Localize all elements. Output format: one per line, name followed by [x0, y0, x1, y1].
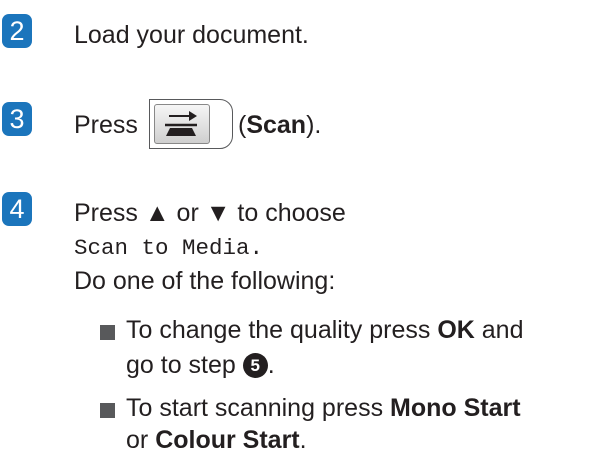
step-number-badge: 2: [2, 14, 32, 48]
bullet-text: To change the quality press OK and: [126, 315, 523, 345]
bullet-text-part: To start scanning press: [126, 394, 391, 422]
paren-close: ).: [306, 111, 322, 139]
step-instruction: Do one of the following:: [74, 267, 336, 295]
step-reference: 5: [242, 353, 268, 378]
menu-item-text: Scan to Media.: [74, 235, 264, 261]
scan-label: (Scan).: [238, 110, 321, 140]
bullet-text-part: go to step: [126, 351, 243, 379]
bullet-text-part: and: [474, 316, 524, 344]
step-text: Load your document.: [74, 21, 309, 49]
bullet-text-line2: or Colour Start.: [126, 425, 307, 455]
step-press-label: Press: [74, 111, 138, 139]
scan-icon: [165, 111, 197, 136]
step-number-badge: 3: [2, 102, 32, 136]
bullet-text-part: .: [267, 351, 275, 379]
bullet-square-icon: [100, 325, 115, 340]
key-name: Colour Start: [155, 426, 300, 454]
bullet-text-part: To change the quality press: [126, 316, 438, 344]
key-name: OK: [437, 316, 475, 344]
scan-button: [149, 99, 233, 149]
step-number-badge: 4: [2, 192, 32, 226]
bullet-text-line2: go to step 5.: [126, 350, 275, 380]
bullet-text: To start scanning press Mono Start: [126, 393, 521, 423]
step-instruction: Press ▲ or ▼ to choose: [74, 199, 346, 227]
bullet-square-icon: [100, 403, 115, 418]
scan-key-face: [154, 104, 210, 144]
key-name: Mono Start: [390, 394, 521, 422]
bullet-text-part: or: [126, 426, 156, 454]
bullet-text-part: .: [299, 426, 307, 454]
scan-key-name: Scan: [246, 111, 307, 139]
